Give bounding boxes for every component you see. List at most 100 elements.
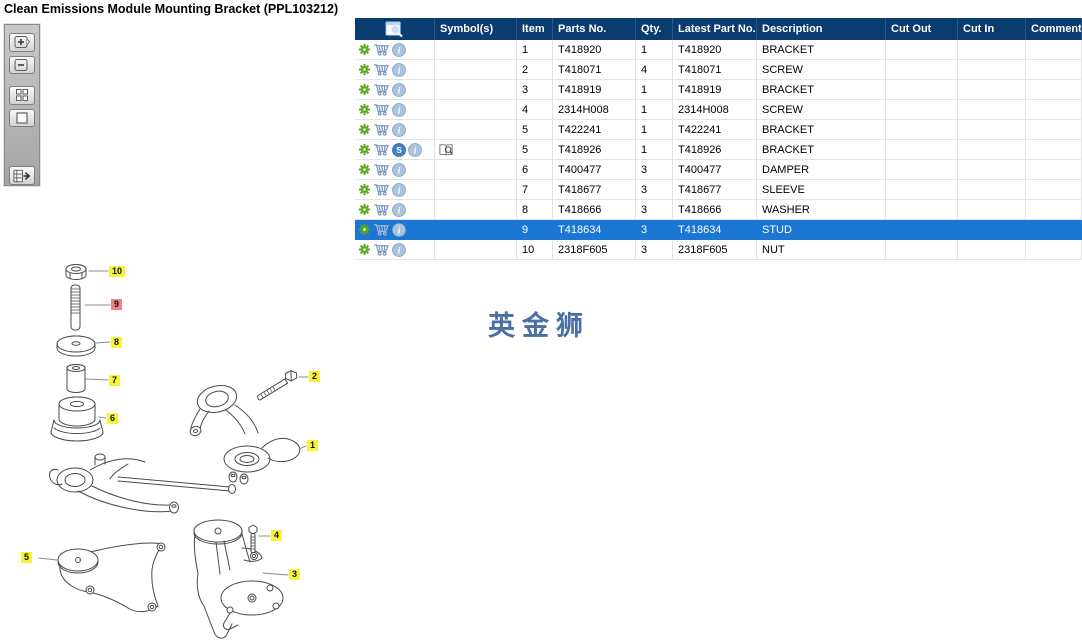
diagram-callout-6[interactable]: 6 bbox=[107, 413, 119, 424]
row-actions: i bbox=[355, 120, 435, 140]
info-icon[interactable]: i bbox=[408, 142, 422, 157]
table-row[interactable]: i 8 T418666 3 T418666 WASHER bbox=[355, 200, 1082, 220]
column-header-comment[interactable]: Comment bbox=[1026, 18, 1082, 40]
gear-icon[interactable] bbox=[358, 83, 371, 96]
callout-leader-line bbox=[85, 378, 109, 381]
gear-icon[interactable] bbox=[358, 203, 371, 216]
cell-parts_no: 2314H008 bbox=[553, 100, 636, 120]
gear-icon[interactable] bbox=[358, 123, 371, 136]
info-icon[interactable]: i bbox=[392, 182, 406, 197]
cell-cut_in bbox=[958, 120, 1026, 140]
column-header-item[interactable]: Item bbox=[517, 18, 553, 40]
column-header-actions[interactable] bbox=[355, 18, 435, 40]
exploded-parts-diagram[interactable] bbox=[0, 0, 350, 644]
column-header-cut_in[interactable]: Cut In bbox=[958, 18, 1026, 40]
row-actions: i bbox=[355, 60, 435, 80]
diagram-callout-7[interactable]: 7 bbox=[109, 375, 121, 386]
table-row[interactable]: i 6 T400477 3 T400477 DAMPER bbox=[355, 160, 1082, 180]
info-icon[interactable]: i bbox=[392, 222, 406, 237]
table-row[interactable]: i 3 T418919 1 T418919 BRACKET bbox=[355, 80, 1082, 100]
cart-icon[interactable] bbox=[373, 243, 390, 256]
column-header-description[interactable]: Description bbox=[757, 18, 886, 40]
column-header-qty[interactable]: Qty. bbox=[636, 18, 673, 40]
diagram-callout-10[interactable]: 10 bbox=[109, 266, 126, 277]
diagram-callout-2[interactable]: 2 bbox=[309, 371, 321, 382]
watermark-text: 英金狮 bbox=[488, 311, 590, 341]
part-bolt-small[interactable] bbox=[248, 524, 258, 553]
part-stud[interactable] bbox=[70, 284, 81, 331]
diagram-callout-3[interactable]: 3 bbox=[289, 569, 301, 580]
cell-qty: 3 bbox=[636, 200, 673, 220]
cart-icon[interactable] bbox=[373, 143, 390, 156]
part-washer[interactable] bbox=[56, 335, 96, 357]
column-header-symbols[interactable]: Symbol(s) bbox=[435, 18, 517, 40]
cell-description: NUT bbox=[757, 240, 886, 260]
diagram-callout-4[interactable]: 4 bbox=[271, 530, 283, 541]
cart-icon[interactable] bbox=[373, 63, 390, 76]
cell-qty: 4 bbox=[636, 60, 673, 80]
info-icon[interactable]: i bbox=[392, 62, 406, 77]
gear-icon[interactable] bbox=[358, 143, 371, 156]
cell-item: 3 bbox=[517, 80, 553, 100]
svg-text:i: i bbox=[398, 46, 401, 56]
svg-text:i: i bbox=[398, 66, 401, 76]
column-header-latest_part_no[interactable]: Latest Part No. bbox=[673, 18, 757, 40]
cell-parts_no: T418634 bbox=[553, 220, 636, 240]
cart-icon[interactable] bbox=[373, 203, 390, 216]
book-icon[interactable] bbox=[438, 143, 454, 157]
table-row[interactable]: i 4 2314H008 1 2314H008 SCREW bbox=[355, 100, 1082, 120]
diagram-callout-8[interactable]: 8 bbox=[111, 337, 123, 348]
cell-cut_in bbox=[958, 80, 1026, 100]
cart-icon[interactable] bbox=[373, 43, 390, 56]
cart-icon[interactable] bbox=[373, 123, 390, 136]
svg-text:i: i bbox=[398, 106, 401, 116]
cell-cut_in bbox=[958, 200, 1026, 220]
cell-cut_out bbox=[886, 140, 958, 160]
cart-icon[interactable] bbox=[373, 83, 390, 96]
table-row[interactable]: i 2 T418071 4 T418071 SCREW bbox=[355, 60, 1082, 80]
cell-description: BRACKET bbox=[757, 120, 886, 140]
info-icon[interactable]: i bbox=[392, 102, 406, 117]
gear-icon[interactable] bbox=[358, 103, 371, 116]
cell-latest_part_no: T418926 bbox=[673, 140, 757, 160]
diagram-callout-1[interactable]: 1 bbox=[307, 440, 319, 451]
part-pedestal-bracket[interactable] bbox=[193, 519, 284, 639]
part-nut[interactable] bbox=[65, 264, 87, 280]
gear-icon[interactable] bbox=[358, 223, 371, 236]
gear-icon[interactable] bbox=[358, 63, 371, 76]
info-icon[interactable]: i bbox=[392, 202, 406, 217]
table-row[interactable]: i 1 T418920 1 T418920 BRACKET bbox=[355, 40, 1082, 60]
gear-icon[interactable] bbox=[358, 163, 371, 176]
diagram-callout-9[interactable]: 9 bbox=[111, 299, 123, 310]
cart-icon[interactable] bbox=[373, 103, 390, 116]
cart-icon[interactable] bbox=[373, 163, 390, 176]
table-row[interactable]: i 7 T418677 3 T418677 SLEEVE bbox=[355, 180, 1082, 200]
table-row[interactable]: i 10 2318F605 3 2318F605 NUT bbox=[355, 240, 1082, 260]
column-header-parts_no[interactable]: Parts No. bbox=[553, 18, 636, 40]
table-row[interactable]: i 9 T418634 3 T418634 STUD bbox=[355, 220, 1082, 240]
info-icon[interactable]: i bbox=[392, 242, 406, 257]
cell-item: 2 bbox=[517, 60, 553, 80]
cell-description: STUD bbox=[757, 220, 886, 240]
table-row[interactable]: i 5 T422241 1 T422241 BRACKET bbox=[355, 120, 1082, 140]
info-icon[interactable]: i bbox=[392, 82, 406, 97]
cell-comment bbox=[1026, 40, 1082, 60]
svg-text:S: S bbox=[396, 145, 402, 155]
gear-icon[interactable] bbox=[358, 243, 371, 256]
table-row[interactable]: Si 5 T418926 1 T418926 BRACKET bbox=[355, 140, 1082, 160]
diagram-callout-5[interactable]: 5 bbox=[21, 552, 33, 563]
cart-icon[interactable] bbox=[373, 183, 390, 196]
info-icon[interactable]: i bbox=[392, 122, 406, 137]
part-plate-bracket[interactable] bbox=[57, 542, 166, 613]
part-bolt-long[interactable] bbox=[257, 370, 298, 401]
cart-icon[interactable] bbox=[373, 223, 390, 236]
s-badge-icon[interactable]: S bbox=[392, 142, 406, 157]
info-icon[interactable]: i bbox=[392, 42, 406, 57]
gear-icon[interactable] bbox=[358, 183, 371, 196]
info-icon[interactable]: i bbox=[392, 162, 406, 177]
part-sleeve[interactable] bbox=[66, 364, 86, 393]
cell-item: 1 bbox=[517, 40, 553, 60]
part-damper[interactable] bbox=[50, 396, 104, 442]
column-header-cut_out[interactable]: Cut Out bbox=[886, 18, 958, 40]
gear-icon[interactable] bbox=[358, 43, 371, 56]
